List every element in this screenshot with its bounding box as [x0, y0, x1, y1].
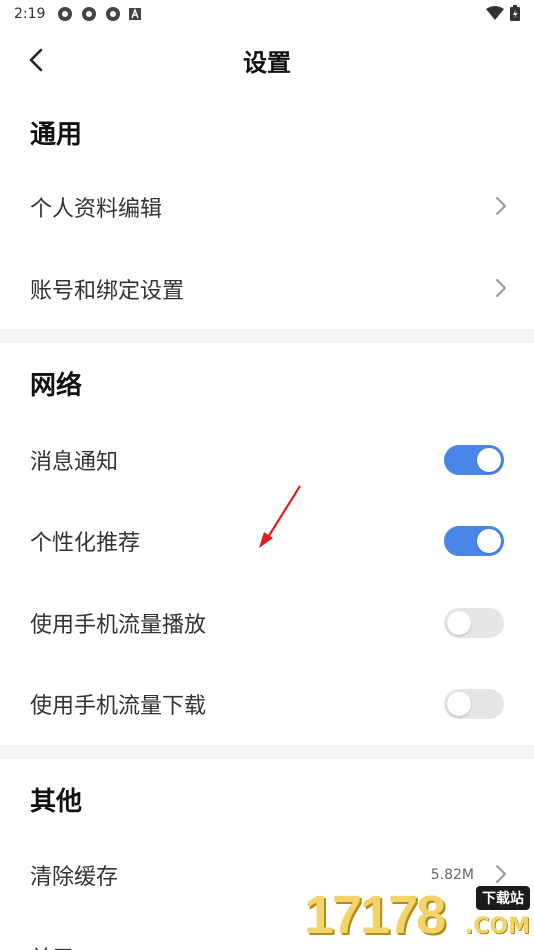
section-title-other: 其他	[30, 787, 83, 817]
section-divider	[0, 745, 534, 759]
toggle-knob	[447, 692, 471, 716]
back-button[interactable]	[18, 42, 54, 78]
app-notification-icon	[106, 7, 121, 21]
settings-row-mobile-data-playback: 使用手机流量播放	[0, 588, 534, 658]
message-notification-toggle[interactable]	[444, 445, 504, 475]
notification-icons	[57, 6, 142, 22]
settings-row-mobile-data-download: 使用手机流量下载	[0, 669, 534, 739]
annotation-arrow-icon	[259, 485, 301, 548]
personalized-recommendation-toggle[interactable]	[444, 526, 504, 556]
system-icons	[486, 5, 520, 21]
page-title: 设置	[243, 48, 291, 77]
status-time: 2:19	[14, 6, 46, 22]
mobile-data-download-toggle[interactable]	[444, 689, 504, 719]
nav-bar: 设置	[0, 30, 534, 90]
battery-icon	[510, 5, 520, 21]
watermark-number: 17178	[304, 885, 446, 945]
chevron-right-icon	[496, 197, 506, 215]
toggle-knob	[477, 448, 501, 472]
section-divider	[0, 329, 534, 343]
settings-row-profile-edit[interactable]: 个人资料编辑	[0, 172, 534, 242]
section-title-network: 网络	[30, 371, 83, 401]
status-bar: 2:19	[0, 0, 534, 28]
watermark-logo: 17178 下载站 .COM	[304, 880, 534, 950]
settings-row-account-binding[interactable]: 账号和绑定设置	[0, 254, 534, 324]
watermark-suffix: .COM	[464, 914, 530, 939]
section-title-general: 通用	[30, 120, 83, 150]
watermark-badge: 下载站	[476, 886, 530, 910]
app-notification-icon	[82, 7, 97, 21]
chevron-left-icon	[29, 48, 43, 72]
row-label: 个人资料编辑	[30, 197, 163, 222]
app-notification-icon	[58, 7, 73, 21]
toggle-knob	[447, 611, 471, 635]
chevron-right-icon	[496, 279, 506, 297]
mobile-data-playback-toggle[interactable]	[444, 608, 504, 638]
a-notification-icon	[129, 8, 142, 20]
wifi-icon	[486, 6, 504, 20]
toggle-knob	[477, 529, 501, 553]
row-label: 账号和绑定设置	[30, 279, 185, 304]
